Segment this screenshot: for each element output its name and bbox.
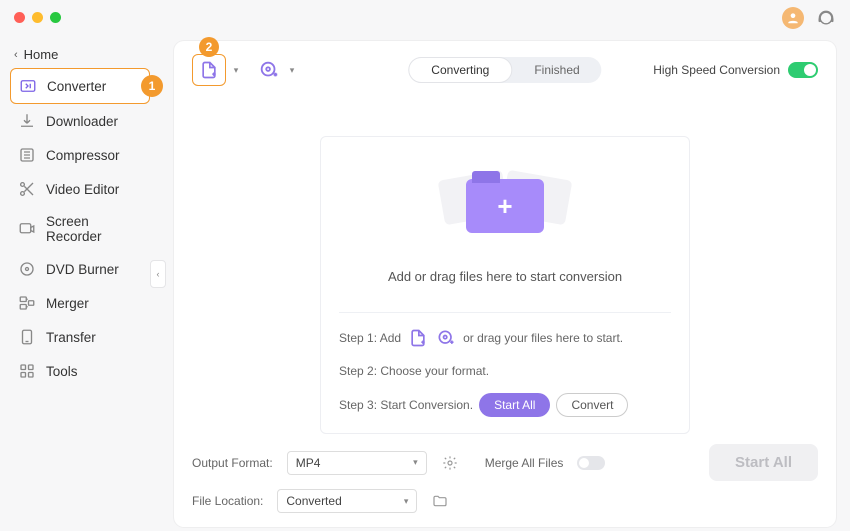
sidebar-item-transfer[interactable]: Transfer — [10, 320, 150, 354]
bottom-bar: Output Format: MP4 ▾ Merge All Files Sta… — [174, 434, 836, 495]
start-all-button[interactable]: Start All — [479, 393, 550, 417]
sidebar-collapse-button[interactable]: ‹ — [150, 260, 166, 288]
sidebar-item-compressor[interactable]: Compressor — [10, 138, 150, 172]
file-location-select[interactable]: Converted ▾ — [277, 489, 417, 513]
sidebar-item-dvd-burner[interactable]: DVD Burner — [10, 252, 150, 286]
plus-icon: + — [497, 191, 512, 222]
maximize-window-icon[interactable] — [50, 12, 61, 23]
chevron-down-icon: ▾ — [404, 496, 409, 507]
support-icon[interactable] — [816, 8, 836, 28]
sidebar-item-label: Transfer — [46, 330, 96, 345]
file-add-icon — [199, 60, 219, 80]
file-add-icon[interactable] — [407, 327, 429, 349]
output-format-select[interactable]: MP4 ▾ — [287, 451, 427, 475]
tabs: Converting Finished — [408, 57, 601, 83]
step-2: Step 2: Choose your format. — [339, 364, 671, 378]
step-3: Step 3: Start Conversion. Start All Conv… — [339, 393, 671, 417]
grid-icon — [18, 362, 36, 380]
sidebar-item-label: Merger — [46, 296, 89, 311]
merger-icon — [18, 294, 36, 312]
convert-button[interactable]: Convert — [556, 393, 628, 417]
merge-toggle[interactable] — [577, 456, 605, 470]
open-folder-icon[interactable] — [431, 492, 449, 510]
high-speed-toggle[interactable] — [788, 62, 818, 78]
tab-converting[interactable]: Converting — [408, 57, 512, 83]
drop-text: Add or drag files here to start conversi… — [388, 269, 622, 284]
add-file-dropdown[interactable]: ▾ — [230, 65, 242, 76]
sidebar-item-label: Converter — [47, 79, 106, 94]
sidebar-item-merger[interactable]: Merger — [10, 286, 150, 320]
window-controls — [14, 12, 61, 23]
avatar[interactable] — [782, 7, 804, 29]
recorder-icon — [18, 220, 36, 238]
sidebar-item-tools[interactable]: Tools — [10, 354, 150, 388]
add-url-dropdown[interactable]: ▾ — [286, 65, 298, 76]
merge-label: Merge All Files — [485, 456, 564, 470]
drop-zone[interactable]: + Add or drag files here to start conver… — [320, 136, 690, 434]
home-label: Home — [24, 47, 59, 62]
add-url-button[interactable] — [256, 57, 282, 83]
folder-illustration: + — [435, 161, 575, 251]
step-badge-2: 2 — [199, 37, 219, 57]
main-area: 2 ▾ ▾ Converting Finished High Speed Con… — [160, 35, 850, 531]
step-1: Step 1: Add or drag your files here to s… — [339, 327, 671, 349]
file-location-label: File Location: — [192, 494, 263, 508]
sidebar-item-label: Tools — [46, 364, 78, 379]
sidebar-item-converter[interactable]: Converter 1 — [10, 68, 150, 104]
sidebar-item-label: Video Editor — [46, 182, 119, 197]
settings-icon[interactable] — [441, 454, 459, 472]
high-speed-toggle-group: High Speed Conversion — [653, 62, 818, 78]
output-format-label: Output Format: — [192, 456, 273, 470]
disc-icon — [18, 260, 36, 278]
titlebar — [0, 0, 850, 35]
hsc-label: High Speed Conversion — [653, 63, 780, 77]
compressor-icon — [18, 146, 36, 164]
sidebar-item-label: Screen Recorder — [46, 214, 142, 244]
sidebar-item-video-editor[interactable]: Video Editor — [10, 172, 150, 206]
sidebar-item-label: Compressor — [46, 148, 120, 163]
bottom-bar-row-2: File Location: Converted ▾ — [174, 489, 836, 527]
steps: Step 1: Add or drag your files here to s… — [339, 312, 671, 417]
chevron-down-icon: ▾ — [413, 457, 418, 468]
sidebar: ‹ Home Converter 1 Downloader Compressor — [0, 35, 160, 531]
sidebar-item-label: DVD Burner — [46, 262, 119, 277]
disc-add-icon[interactable] — [435, 327, 457, 349]
start-all-main-button[interactable]: Start All — [709, 444, 818, 481]
add-file-button[interactable]: 2 — [192, 54, 226, 86]
transfer-icon — [18, 328, 36, 346]
home-link[interactable]: ‹ Home — [10, 41, 150, 68]
sidebar-item-label: Downloader — [46, 114, 118, 129]
sidebar-item-downloader[interactable]: Downloader — [10, 104, 150, 138]
chevron-left-icon: ‹ — [14, 49, 18, 61]
converter-icon — [19, 77, 37, 95]
scissors-icon — [18, 180, 36, 198]
minimize-window-icon[interactable] — [32, 12, 43, 23]
close-window-icon[interactable] — [14, 12, 25, 23]
disc-add-icon — [258, 59, 280, 81]
downloader-icon — [18, 112, 36, 130]
toolbar: 2 ▾ ▾ Converting Finished High Speed Con… — [174, 41, 836, 96]
sidebar-item-screen-recorder[interactable]: Screen Recorder — [10, 206, 150, 252]
tab-finished[interactable]: Finished — [512, 57, 601, 83]
